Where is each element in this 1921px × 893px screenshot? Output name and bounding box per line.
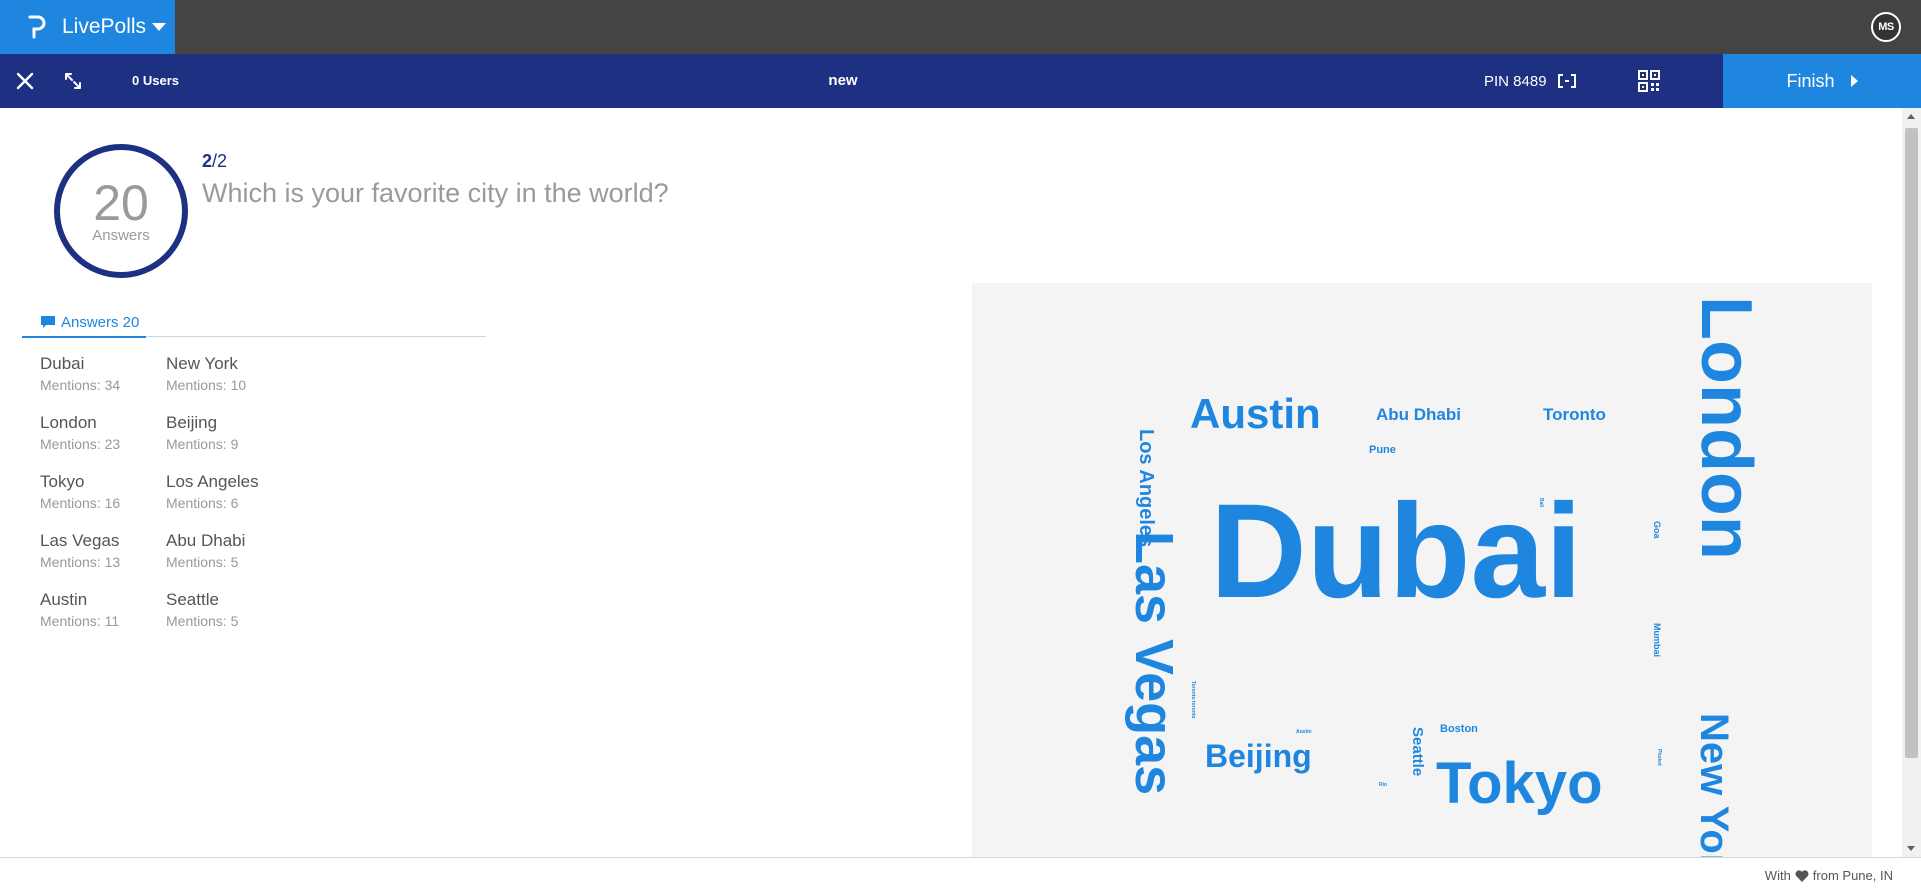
finish-button[interactable]: Finish (1723, 54, 1921, 108)
answer-mentions: Mentions: 16 (40, 495, 121, 511)
answer-item: Tokyo Mentions: 16 (40, 472, 166, 531)
session-title: new (828, 72, 858, 89)
qr-code-icon[interactable] (1638, 70, 1660, 92)
answer-mentions: Mentions: 6 (166, 495, 239, 511)
answer-mentions: Mentions: 5 (166, 554, 239, 570)
answer-item: Los Angeles Mentions: 6 (166, 472, 292, 531)
finish-label: Finish (1786, 70, 1835, 91)
question-progress: 2/2 (202, 151, 227, 172)
answer-mentions: Mentions: 23 (40, 436, 121, 452)
question-total: /2 (212, 151, 228, 171)
answer-city: Los Angeles (166, 472, 259, 491)
word-cloud-word: Toronto (1543, 405, 1606, 424)
word-cloud-word: Mumbai (1652, 623, 1662, 658)
word-cloud-word: Pune (1369, 444, 1396, 456)
heart-icon (1795, 869, 1809, 882)
tab-answers[interactable]: Answers 20 (22, 308, 146, 338)
answer-city: Beijing (166, 413, 218, 432)
app-name: LivePolls (62, 15, 147, 38)
comment-icon (41, 316, 55, 328)
word-cloud-word: Tokyo (1436, 751, 1603, 816)
word-cloud-word: Abu Dhabi (1376, 405, 1461, 424)
answer-mentions: Mentions: 5 (166, 613, 239, 629)
word-cloud-word: Rio (1379, 782, 1388, 788)
word-cloud-word: Austin (1190, 390, 1321, 437)
question-text: Which is your favorite city in the world… (202, 178, 669, 208)
word-cloud-word: New York (1692, 713, 1736, 857)
word-cloud-word: Boston (1440, 723, 1478, 735)
answer-city: Las Vegas (40, 531, 120, 550)
word-cloud-word: Las Vegas (1124, 531, 1184, 796)
answer-item: Beijing Mentions: 9 (166, 413, 292, 472)
answer-mentions: Mentions: 11 (40, 613, 120, 629)
user-avatar[interactable]: MS (1871, 12, 1901, 42)
answer-mentions: Mentions: 10 (166, 377, 247, 393)
answer-item: Las Vegas Mentions: 13 (40, 531, 166, 590)
answer-item: Abu Dhabi Mentions: 5 (166, 531, 292, 590)
answer-item: Dubai Mentions: 34 (40, 354, 166, 413)
answer-city: New York (166, 354, 238, 373)
answer-city: Dubai (40, 354, 85, 373)
scroll-up-arrow-icon[interactable] (1907, 114, 1915, 119)
answer-city: Seattle (166, 590, 219, 609)
answer-item: Austin Mentions: 11 (40, 590, 166, 649)
answer-item: Seattle Mentions: 5 (166, 590, 292, 649)
users-count: 0 Users (132, 73, 179, 88)
word-cloud-word: London (1686, 296, 1766, 560)
answer-mentions: Mentions: 34 (40, 377, 121, 393)
answer-item: London Mentions: 23 (40, 413, 166, 472)
answers-count-value: 20 (93, 174, 149, 231)
answer-mentions: Mentions: 9 (166, 436, 239, 452)
answers-count-ring: 20 Answers (54, 144, 188, 278)
answer-city: Abu Dhabi (166, 531, 246, 550)
top-bar: LivePolls MS (0, 0, 1921, 54)
question-current: 2 (202, 151, 213, 171)
session-pin: PIN 8489 (1484, 54, 1577, 108)
answers-list: Dubai Mentions: 34 New York Mentions: 10 Lon… (40, 354, 292, 649)
fullscreen-icon[interactable] (62, 70, 84, 92)
livepolls-logo-icon (28, 15, 46, 39)
word-cloud-word: Los Angeles (1135, 429, 1157, 548)
footer: With from Pune, IN (0, 857, 1921, 893)
tab-answers-label: Answers 20 (61, 313, 140, 331)
pin-label: PIN 8489 (1484, 72, 1547, 90)
copy-pin-icon[interactable] (1557, 73, 1577, 89)
caret-down-icon (152, 23, 167, 31)
scrollbar[interactable] (1902, 108, 1921, 857)
scroll-thumb[interactable] (1905, 128, 1918, 758)
answer-item: New York Mentions: 10 (166, 354, 292, 413)
word-cloud-word: Dubai (1210, 477, 1583, 626)
answers-count-label: Answers (92, 226, 150, 244)
word-cloud-word: Bali (1538, 498, 1544, 508)
word-cloud-word: Beijing (1205, 738, 1312, 774)
close-icon[interactable] (14, 70, 36, 92)
word-cloud: Dubai London Las Vegas Tokyo Austin New York B… (972, 283, 1872, 857)
word-cloud-word: Toronto toronto (1190, 681, 1196, 719)
word-cloud-word: Seattle (1409, 727, 1426, 777)
app-switcher[interactable]: LivePolls (0, 0, 175, 54)
word-cloud-word: Phuket (1656, 749, 1662, 766)
footer-prefix: With (1764, 868, 1791, 883)
answer-city: Austin (40, 590, 88, 609)
answer-city: Tokyo (40, 472, 85, 491)
scroll-down-arrow-icon[interactable] (1907, 846, 1915, 851)
word-cloud-word: Goa (1652, 521, 1662, 539)
session-bar: 0 Users new PIN 8489 Finish (0, 54, 1921, 108)
answer-mentions: Mentions: 13 (40, 554, 121, 570)
answer-city: London (40, 413, 97, 432)
caret-right-icon (1850, 75, 1858, 87)
footer-credit: With from Pune, IN (1765, 868, 1893, 883)
footer-suffix: from Pune, IN (1812, 868, 1893, 883)
word-cloud-word: Austin (1296, 729, 1312, 735)
